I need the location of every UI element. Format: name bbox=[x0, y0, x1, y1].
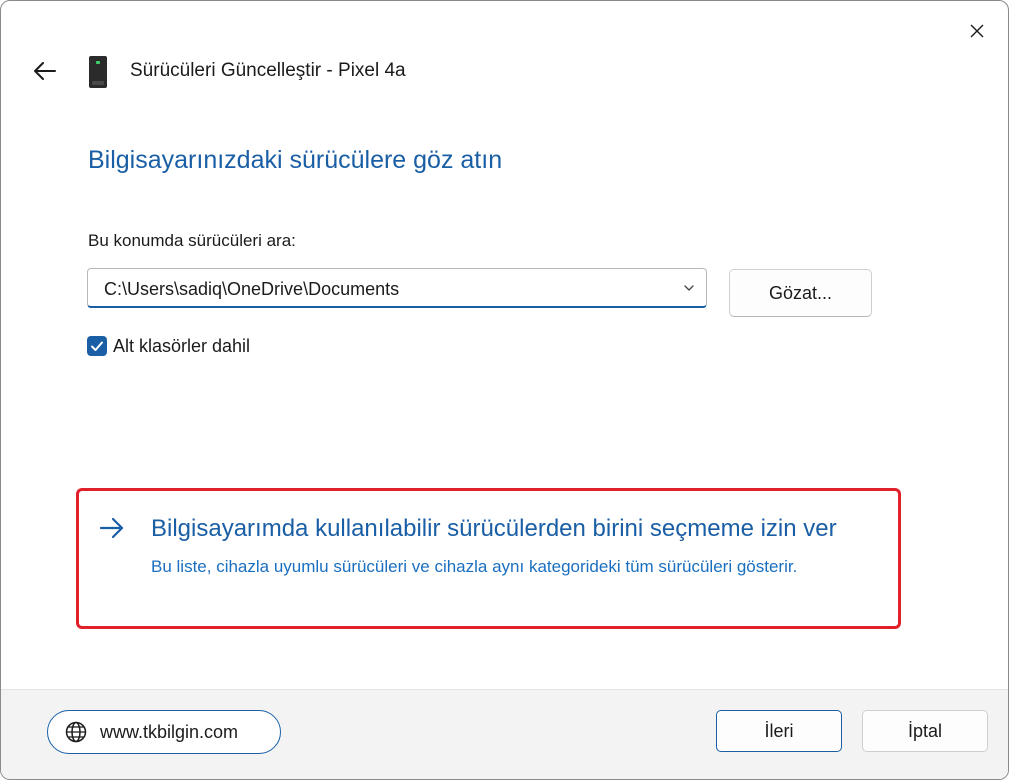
search-location-label: Bu konumda sürücüleri ara: bbox=[88, 231, 296, 250]
driver-path-combobox[interactable]: C:\Users\sadiq\OneDrive\Documents bbox=[87, 268, 707, 308]
include-subfolders-checkbox[interactable] bbox=[87, 336, 107, 356]
pick-from-list-option[interactable]: Bilgisayarımda kullanılabilir sürücülerd… bbox=[99, 511, 889, 591]
next-button[interactable]: İleri bbox=[716, 710, 842, 752]
checkmark-icon bbox=[91, 341, 103, 351]
website-badge: www.tkbilgin.com bbox=[47, 710, 281, 754]
dialog-title: Sürücüleri Güncelleştir - Pixel 4a bbox=[130, 60, 406, 81]
driver-path-value: C:\Users\sadiq\OneDrive\Documents bbox=[104, 279, 400, 299]
phone-device-icon bbox=[89, 56, 107, 88]
chevron-down-icon[interactable] bbox=[682, 281, 696, 295]
arrow-right-icon bbox=[99, 517, 124, 539]
update-drivers-dialog: Sürücüleri Güncelleştir - Pixel 4a Bilgi… bbox=[0, 0, 1009, 780]
include-subfolders-label[interactable]: Alt klasörler dahil bbox=[113, 336, 250, 357]
pick-from-list-description: Bu liste, cihazla uyumlu sürücüleri ve c… bbox=[151, 557, 798, 576]
page-heading: Bilgisayarınızdaki sürücülere göz atın bbox=[88, 146, 503, 174]
globe-icon bbox=[65, 721, 87, 743]
pick-from-list-title[interactable]: Bilgisayarımda kullanılabilir sürücülerd… bbox=[151, 515, 837, 543]
back-button[interactable] bbox=[27, 53, 63, 89]
browse-button[interactable]: Gözat... bbox=[729, 269, 872, 317]
website-text: www.tkbilgin.com bbox=[100, 722, 239, 742]
close-button[interactable] bbox=[959, 13, 995, 49]
close-icon bbox=[970, 24, 984, 38]
cancel-button[interactable]: İptal bbox=[862, 710, 988, 752]
back-arrow-icon bbox=[34, 62, 56, 80]
